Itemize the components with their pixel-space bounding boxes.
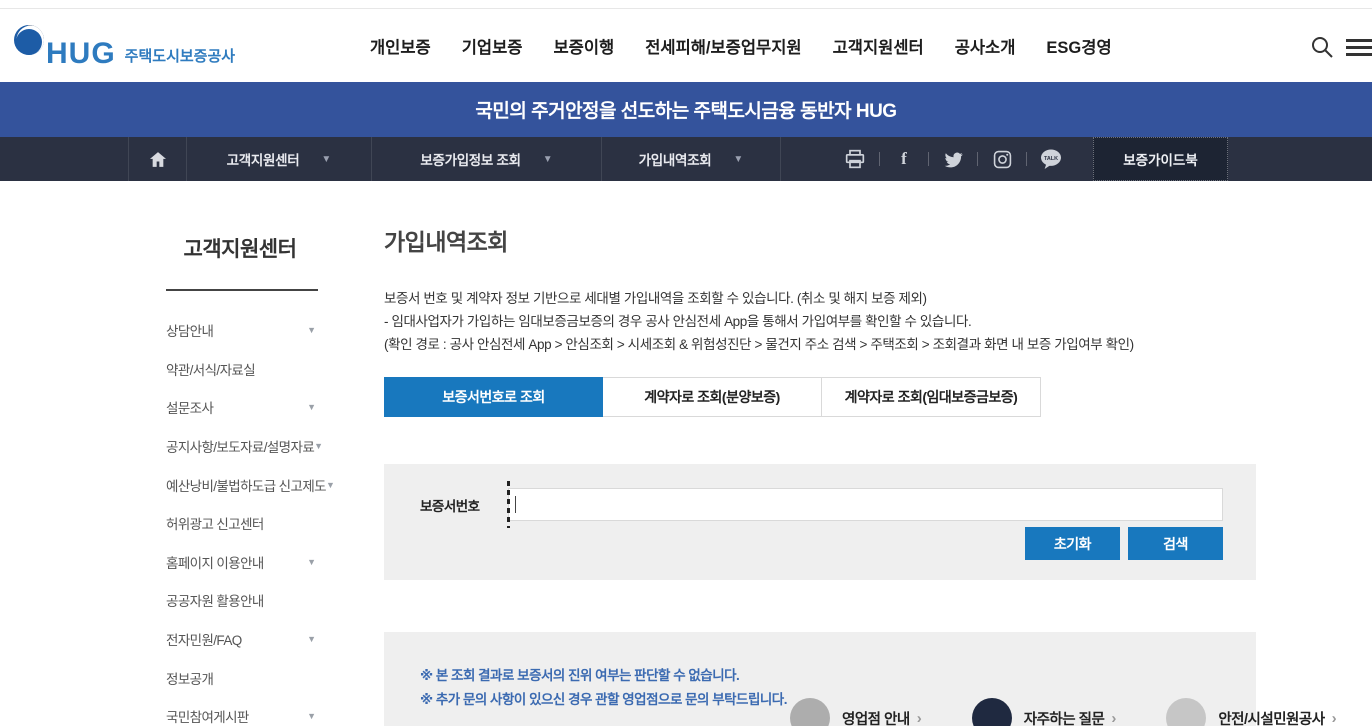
breadcrumb-customer-support[interactable]: 고객지원센터 ▼	[186, 137, 371, 181]
hug-logo-icon	[14, 25, 44, 55]
button-row: 초기화 검색	[384, 527, 1223, 560]
page: HUG 주택도시보증공사 개인보증 기업보증 보증이행 전세피해/보증업무지원 …	[0, 0, 1372, 726]
notice-line: ※ 본 조회 결과로 보증서의 진위 여부는 판단할 수 없습니다.	[420, 668, 740, 683]
tab-by-contractor-sale[interactable]: 계약자로 조회(분양보증)	[603, 377, 822, 417]
reset-button[interactable]: 초기화	[1025, 527, 1120, 560]
sidebar-item-survey[interactable]: 설문조사 ▼	[128, 388, 352, 427]
chevron-right-icon: ›	[1331, 709, 1337, 726]
input-wrap	[507, 481, 1223, 528]
form-row: 보증서번호	[384, 481, 1223, 528]
description-line: - 임대사업자가 가입하는 임대보증금보증의 경우 공사 안심전세 App을 통…	[384, 314, 972, 329]
global-nav: 개인보증 기업보증 보증이행 전세피해/보증업무지원 고객지원센터 공사소개 E…	[370, 9, 1112, 82]
chevron-down-icon: ▼	[307, 711, 316, 722]
quick-link-safety-facility[interactable]: 안전/시설민원공사 ›	[1166, 698, 1337, 726]
description-line: (확인 경로 : 공사 안심전세 App > 안심조회 > 시세조회 & 위험성…	[384, 337, 1134, 352]
sidebar-menu: 상담안내 ▼ 약관/서식/자료실 설문조사 ▼ 공지사항/보도자료/설명자료 ▼…	[128, 311, 352, 726]
description-line: 보증서 번호 및 계약자 정보 기반으로 세대별 가입내역을 조회할 수 있습니…	[384, 291, 927, 306]
chevron-down-icon: ▼	[307, 634, 316, 645]
guarantee-number-label: 보증서번호	[420, 498, 480, 514]
home-button[interactable]	[128, 137, 186, 181]
sidebar-item-homepage-guide[interactable]: 홈페이지 이용안내 ▼	[128, 543, 352, 582]
tab-by-contractor-deposit[interactable]: 계약자로 조회(임대보증금보증)	[822, 377, 1041, 417]
sidebar-item-public-participation[interactable]: 국민참여게시판 ▼	[128, 697, 352, 726]
nav-corporate-guarantee[interactable]: 기업보증	[462, 34, 523, 58]
dashed-focus-marker	[507, 481, 510, 528]
svg-text:TALK: TALK	[1044, 156, 1058, 162]
icon-divider	[977, 152, 978, 166]
chevron-down-icon: ▼	[321, 153, 332, 165]
twitter-icon[interactable]	[942, 148, 964, 170]
printer-icon[interactable]	[844, 148, 866, 170]
nav-jeonse-damage-support[interactable]: 전세피해/보증업무지원	[645, 34, 801, 58]
sidebar: 고객지원센터 상담안내 ▼ 약관/서식/자료실 설문조사 ▼ 공지사항/보도자료…	[128, 181, 352, 726]
share-icons: f TALK	[831, 148, 1075, 170]
breadcrumb-subscription-lookup[interactable]: 가입내역조회 ▼	[601, 137, 781, 181]
chevron-down-icon: ▼	[307, 402, 316, 413]
breadcrumb-bar: 고객지원센터 ▼ 보증가입정보 조회 ▼ 가입내역조회 ▼ f TALK 보증가…	[0, 137, 1372, 181]
instagram-icon[interactable]	[991, 148, 1013, 170]
breadcrumb-label: 가입내역조회	[638, 153, 712, 168]
sidebar-item-forms-archive[interactable]: 약관/서식/자료실	[128, 350, 352, 389]
nav-esg[interactable]: ESG경영	[1046, 34, 1111, 58]
breadcrumb-label: 고객지원센터	[226, 153, 300, 168]
sidebar-item-notices[interactable]: 공지사항/보도자료/설명자료 ▼	[128, 427, 352, 466]
home-icon	[149, 151, 166, 167]
chevron-down-icon: ▼	[314, 441, 324, 452]
quick-links: 영업점 안내 › 자주하는 질문 › 안전/시설민원공사 ›	[790, 698, 1337, 726]
facebook-icon[interactable]: f	[893, 148, 915, 170]
kakao-icon[interactable]: TALK	[1040, 148, 1062, 170]
search-icon[interactable]	[1310, 35, 1334, 59]
page-title: 가입내역조회	[384, 229, 508, 255]
page-description: 보증서 번호 및 계약자 정보 기반으로 세대별 가입내역을 조회할 수 있습니…	[384, 288, 1256, 356]
search-form-panel: 보증서번호 초기화 검색	[384, 464, 1256, 580]
chevron-right-icon: ›	[916, 709, 922, 726]
sidebar-item-counseling[interactable]: 상담안내 ▼	[128, 311, 352, 350]
promo-banner-text: 국민의 주거안정을 선도하는 주택도시금융 동반자 HUG	[475, 101, 897, 122]
guidebook-button[interactable]: 보증가이드북	[1093, 137, 1228, 181]
icon-divider	[879, 152, 880, 166]
nav-customer-support[interactable]: 고객지원센터	[833, 34, 924, 58]
sidebar-item-info-disclosure[interactable]: 정보공개	[128, 658, 352, 697]
site-header: HUG 주택도시보증공사 개인보증 기업보증 보증이행 전세피해/보증업무지원 …	[0, 9, 1372, 82]
promo-banner: 국민의 주거안정을 선도하는 주택도시금융 동반자 HUG	[0, 82, 1372, 137]
quick-link-faq[interactable]: 자주하는 질문 ›	[971, 698, 1117, 726]
chevron-down-icon: ▼	[307, 556, 316, 567]
main-content: 가입내역조회 보증서 번호 및 계약자 정보 기반으로 세대별 가입내역을 조회…	[384, 181, 1337, 726]
chevron-down-icon: ▼	[325, 479, 335, 490]
subnav-right: f TALK 보증가이드북	[831, 137, 1372, 181]
breadcrumb-guarantee-info[interactable]: 보증가입정보 조회 ▼	[371, 137, 601, 181]
tab-by-guarantee-number[interactable]: 보증서번호로 조회	[384, 377, 603, 417]
faq-icon	[971, 698, 1012, 726]
icon-divider	[928, 152, 929, 166]
logo-text: HUG	[46, 37, 116, 70]
chevron-down-icon: ▼	[542, 153, 553, 165]
nav-personal-guarantee[interactable]: 개인보증	[370, 34, 431, 58]
sidebar-title: 고객지원센터	[183, 238, 297, 261]
text-caret	[515, 496, 516, 513]
chevron-down-icon: ▼	[733, 153, 744, 165]
sidebar-item-public-resources[interactable]: 공공자원 활용안내	[128, 581, 352, 620]
icon-divider	[1026, 152, 1027, 166]
lookup-tabs: 보증서번호로 조회 계약자로 조회(분양보증) 계약자로 조회(임대보증금보증)	[384, 377, 1256, 417]
quick-link-branch-info[interactable]: 영업점 안내 ›	[790, 698, 922, 726]
guarantee-number-input[interactable]	[508, 488, 1223, 521]
safety-icon	[1166, 698, 1207, 726]
branch-icon	[790, 698, 830, 726]
sidebar-item-false-ad-report[interactable]: 허위광고 신고센터	[128, 504, 352, 543]
sidebar-item-budget-report[interactable]: 예산낭비/불법하도급 신고제도 ▼	[128, 465, 352, 504]
chevron-right-icon: ›	[1111, 709, 1117, 726]
search-button[interactable]: 검색	[1128, 527, 1223, 560]
breadcrumb-label: 보증가입정보 조회	[420, 153, 521, 168]
sidebar-item-e-petition-faq[interactable]: 전자민원/FAQ ▼	[128, 620, 352, 659]
menu-icon[interactable]	[1346, 39, 1372, 57]
nav-company-intro[interactable]: 공사소개	[955, 34, 1016, 58]
logo-subtext: 주택도시보증공사	[124, 48, 236, 65]
hug-logo[interactable]: HUG 주택도시보증공사	[14, 25, 235, 69]
nav-guarantee-fulfillment[interactable]: 보증이행	[553, 34, 614, 58]
sidebar-title-underline	[166, 289, 318, 291]
subnav-spacer	[0, 137, 128, 181]
chevron-down-icon: ▼	[307, 325, 316, 336]
notice-panel: ※ 본 조회 결과로 보증서의 진위 여부는 판단할 수 없습니다. ※ 추가 …	[384, 632, 1337, 726]
